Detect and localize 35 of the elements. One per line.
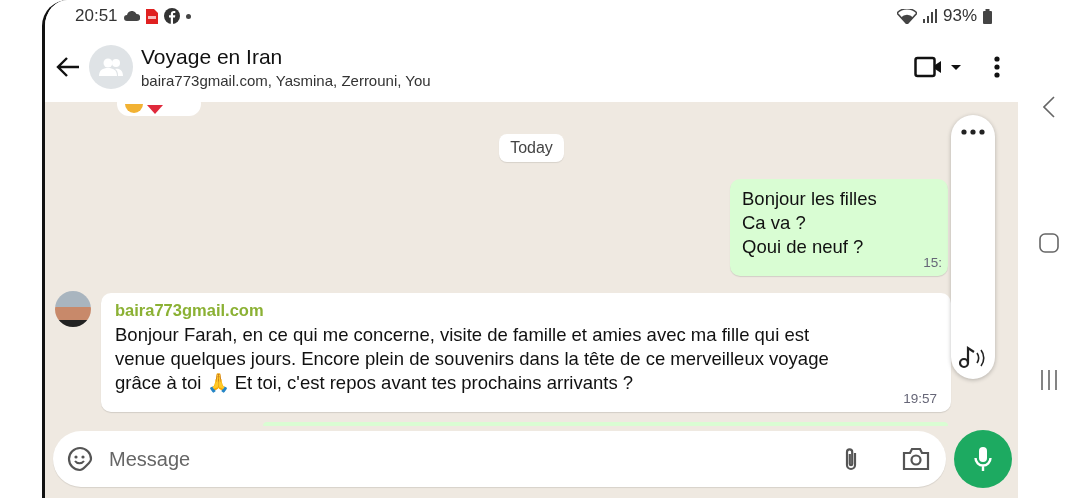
video-call-button[interactable]	[914, 56, 964, 78]
microphone-button[interactable]	[954, 430, 1012, 488]
sender-avatar[interactable]	[55, 291, 91, 327]
camera-icon[interactable]	[902, 447, 930, 471]
dot-icon	[185, 13, 191, 19]
message-text: Bonjour les filles Ca va ? Qoui de neuf ?	[742, 187, 878, 259]
recent-apps-button[interactable]	[1039, 370, 1059, 390]
message-time: 19:57	[903, 391, 937, 406]
battery-icon	[983, 8, 992, 24]
battery-percent: 93%	[942, 6, 977, 26]
message-time: 15:	[923, 255, 942, 270]
signal-icon	[922, 9, 937, 23]
cloud-icon	[123, 11, 140, 21]
document-icon	[145, 8, 158, 24]
home-nav-button[interactable]	[1039, 233, 1059, 253]
back-nav-button[interactable]	[1043, 96, 1055, 118]
facebook-icon	[163, 8, 180, 24]
composer-bar[interactable]: Message	[53, 431, 946, 487]
chat-title[interactable]: Voyage en Iran	[141, 45, 906, 69]
sender-name: baira773gmail.com	[115, 301, 265, 320]
sticker-icon[interactable]	[67, 446, 93, 472]
microphone-icon	[974, 446, 992, 472]
message-text: Bonjour Farah, en ce qui me concerne, visite de famille et amies avec ma fille qui est venue quelques jours. Encore plein de souvenirs dans la tête de ce merveilleux voyage grâce à toi 🙏 Et toi, c'est repos avant tes prochains arrivants ?	[115, 323, 830, 395]
back-button[interactable]	[55, 56, 81, 78]
message-bubble[interactable]	[101, 293, 951, 412]
message-bubble[interactable]: Bonjour les filles Ca va ? Qoui de neuf ? 15:	[730, 179, 948, 276]
more-icon[interactable]	[961, 129, 985, 135]
wifi-icon	[896, 8, 917, 24]
chat-participants: baira773gmail.com, Yasmina, Zerrouni, You	[141, 72, 432, 89]
status-time: 20:51	[75, 6, 118, 26]
date-chip: Today	[499, 134, 564, 162]
music-note-icon[interactable]	[959, 345, 987, 369]
group-icon	[98, 58, 124, 76]
message-input-field[interactable]: Message	[107, 446, 828, 472]
more-options-button[interactable]	[994, 56, 1000, 78]
